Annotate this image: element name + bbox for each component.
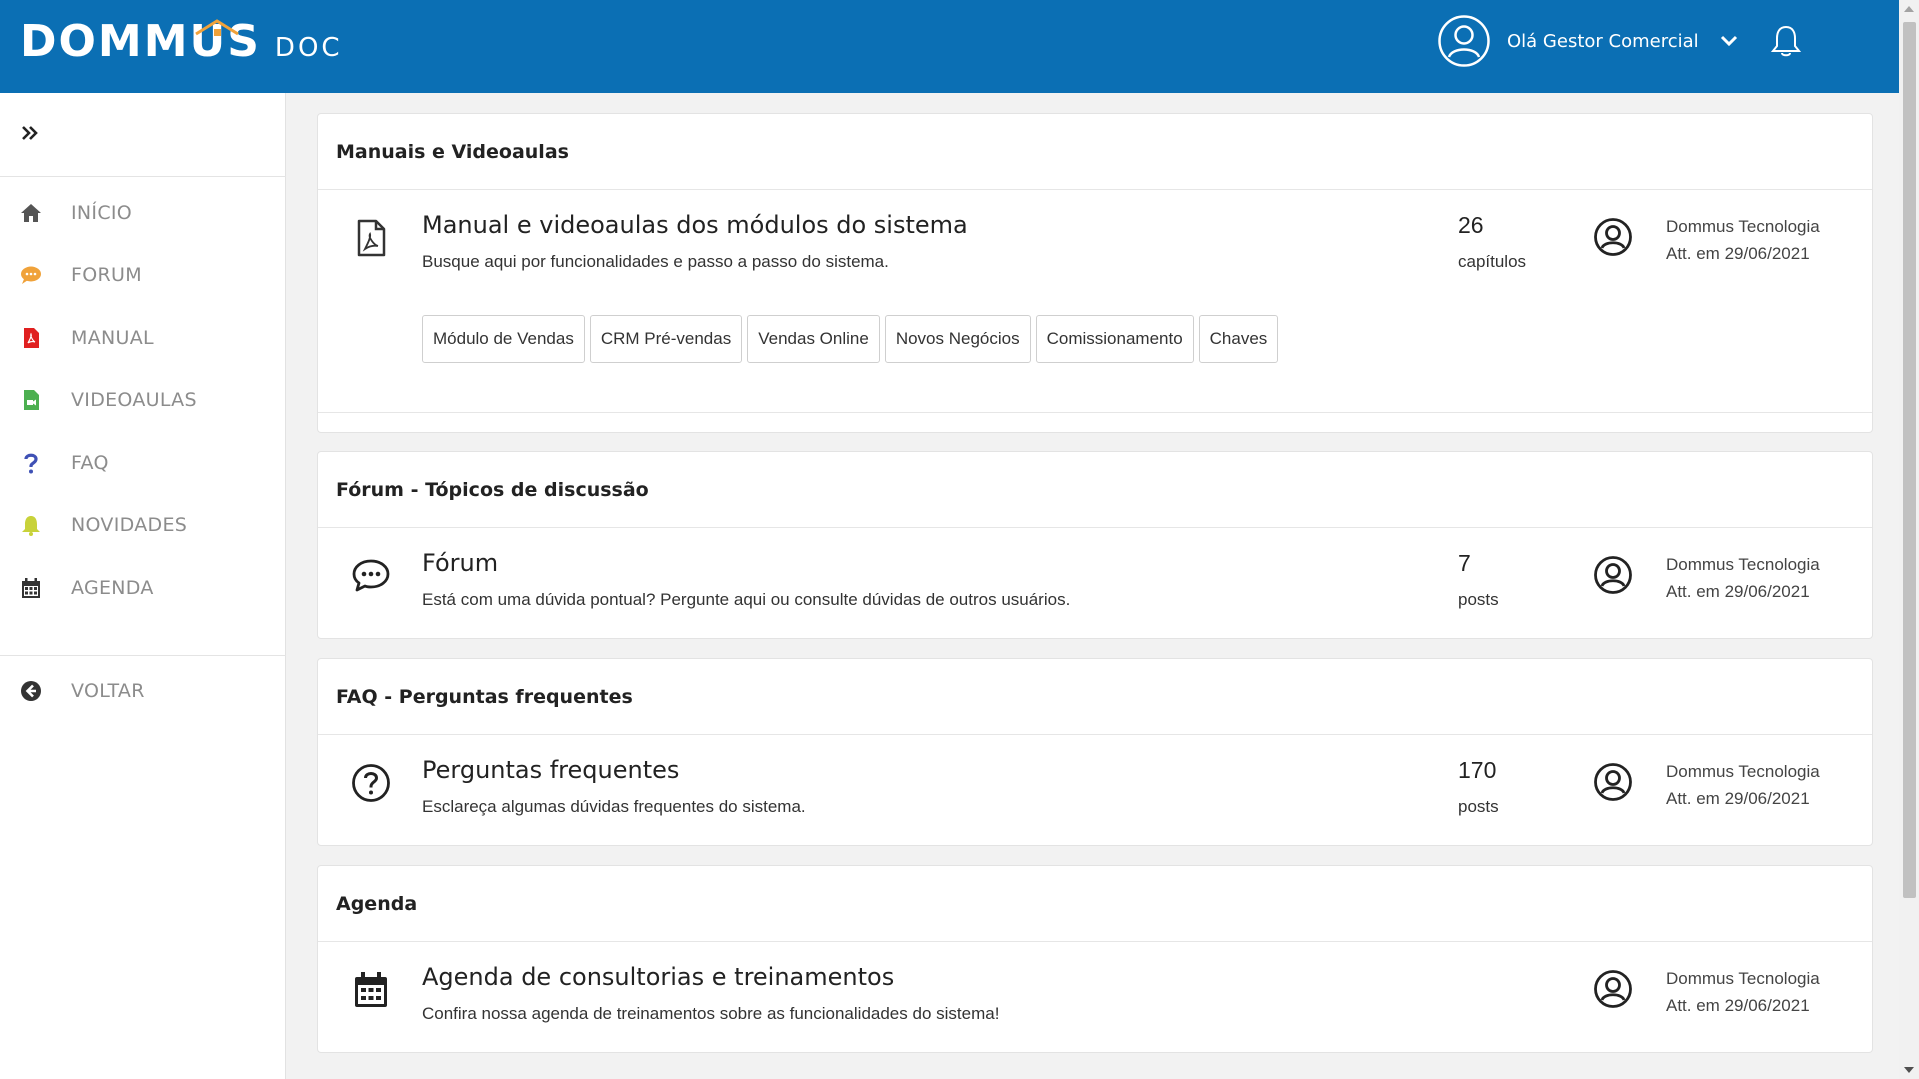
card-header: Manuais e Videoaulas	[318, 114, 1872, 190]
chat-icon	[20, 264, 42, 286]
row-description: Está com uma dúvida pontual? Pergunte aq…	[422, 590, 1071, 609]
forum-card: Fórum - Tópicos de discussão Fórum Está …	[317, 451, 1873, 639]
chip-comissionamento[interactable]: Comissionamento	[1035, 315, 1194, 363]
scroll-down-arrow[interactable]	[1904, 1067, 1914, 1073]
question-circle-icon	[352, 764, 390, 802]
card-footer-divider	[318, 412, 1872, 413]
calendar-icon	[355, 972, 387, 1007]
agenda-row[interactable]: Agenda de consultorias e treinamentos Co…	[318, 942, 1872, 1052]
row-description: Confira nossa agenda de treinamentos sob…	[422, 1004, 1000, 1023]
card-header: Agenda	[318, 866, 1872, 942]
notifications-bell-icon[interactable]	[1770, 24, 1801, 58]
sidebar-item-agenda[interactable]: AGENDA	[0, 563, 286, 613]
sidebar-item-label: FAQ	[71, 452, 109, 474]
logo-sub-text: DOC	[274, 33, 343, 63]
sidebar-item-forum[interactable]: FORUM	[0, 250, 286, 300]
module-chips: Módulo de Vendas CRM Pré-vendas Vendas O…	[422, 315, 1283, 363]
bell-icon	[20, 514, 42, 536]
row-title[interactable]: Perguntas frequentes	[422, 756, 679, 784]
video-file-icon	[20, 389, 42, 411]
update-date: Att. em 29/06/2021	[1666, 789, 1810, 808]
post-count: 7	[1458, 550, 1471, 576]
chip-novos-negocios[interactable]: Novos Negócios	[884, 315, 1031, 363]
scroll-thumb[interactable]	[1903, 22, 1916, 898]
agenda-card: Agenda Agenda de consultorias e treiname…	[317, 865, 1873, 1053]
author-name: Dommus Tecnologia	[1666, 217, 1820, 236]
card-header: FAQ - Perguntas frequentes	[318, 659, 1872, 735]
sidebar-item-manual[interactable]: MANUAL	[0, 313, 286, 363]
top-header: DOMMUS DOC Olá Gestor Comercial	[0, 0, 1899, 93]
user-avatar-icon[interactable]	[1437, 14, 1491, 68]
scroll-up-arrow[interactable]	[1904, 6, 1914, 12]
double-chevron-right-icon[interactable]	[20, 123, 40, 143]
sidebar-divider	[0, 176, 286, 177]
post-count-unit: posts	[1458, 590, 1499, 609]
question-icon	[20, 452, 42, 474]
row-title[interactable]: Fórum	[422, 549, 498, 577]
arrow-left-circle-icon	[20, 680, 42, 702]
chapter-count: 26	[1458, 212, 1484, 238]
calendar-icon	[20, 577, 42, 599]
row-description: Busque aqui por funcionalidades e passo …	[422, 252, 889, 271]
manuals-card: Manuais e Videoaulas Manual e videoaulas…	[317, 113, 1873, 433]
chip-chaves[interactable]: Chaves	[1198, 315, 1279, 363]
page-scrollbar[interactable]	[1899, 0, 1919, 1079]
update-date: Att. em 29/06/2021	[1666, 244, 1810, 263]
sidebar-item-label: INÍCIO	[71, 202, 133, 224]
sidebar: INÍCIO FORUM MANUAL VIDEOAULAS FAQ NOVID…	[0, 93, 286, 1079]
user-greeting[interactable]: Olá Gestor Comercial	[1507, 31, 1699, 52]
author-avatar-icon	[1594, 218, 1632, 256]
author-avatar-icon	[1594, 970, 1632, 1008]
sidebar-item-label: MANUAL	[71, 327, 154, 349]
chat-bubble-icon	[352, 559, 390, 592]
chip-crm-pre-vendas[interactable]: CRM Pré-vendas	[589, 315, 743, 363]
sidebar-item-inicio[interactable]: INÍCIO	[0, 188, 286, 238]
sidebar-item-label: FORUM	[71, 264, 142, 286]
post-count: 170	[1458, 757, 1497, 783]
faq-card: FAQ - Perguntas frequentes Perguntas fre…	[317, 658, 1873, 846]
dommus-doc-logo[interactable]: DOMMUS DOC	[20, 16, 343, 67]
chip-vendas-online[interactable]: Vendas Online	[747, 315, 880, 363]
sidebar-divider	[0, 655, 286, 656]
logo-roof-icon	[195, 19, 239, 36]
faq-row[interactable]: Perguntas frequentes Esclareça algumas d…	[318, 735, 1872, 845]
row-description: Esclareça algumas dúvidas frequentes do …	[422, 797, 806, 816]
sidebar-item-label: NOVIDADES	[71, 514, 188, 536]
home-icon	[20, 202, 42, 224]
sidebar-item-novidades[interactable]: NOVIDADES	[0, 500, 286, 550]
sidebar-item-label: VIDEOAULAS	[71, 389, 197, 411]
author-name: Dommus Tecnologia	[1666, 555, 1820, 574]
chapter-count-unit: capítulos	[1458, 252, 1527, 271]
update-date: Att. em 29/06/2021	[1666, 996, 1810, 1015]
sidebar-item-label: AGENDA	[71, 577, 154, 599]
manuals-row[interactable]: Manual e videoaulas dos módulos do siste…	[318, 190, 1872, 433]
pdf-document-icon	[357, 219, 386, 257]
pdf-file-icon	[20, 327, 42, 349]
row-title[interactable]: Agenda de consultorias e treinamentos	[422, 963, 894, 991]
author-name: Dommus Tecnologia	[1666, 762, 1820, 781]
card-header: Fórum - Tópicos de discussão	[318, 452, 1872, 528]
sidebar-back-label: VOLTAR	[71, 680, 145, 702]
user-menu[interactable]: Olá Gestor Comercial	[1437, 14, 1801, 68]
row-title[interactable]: Manual e videoaulas dos módulos do siste…	[422, 211, 968, 239]
chip-modulo-vendas[interactable]: Módulo de Vendas	[422, 315, 585, 363]
sidebar-item-videoaulas[interactable]: VIDEOAULAS	[0, 375, 286, 425]
update-date: Att. em 29/06/2021	[1666, 582, 1810, 601]
sidebar-item-faq[interactable]: FAQ	[0, 438, 286, 488]
forum-row[interactable]: Fórum Está com uma dúvida pontual? Pergu…	[318, 528, 1872, 638]
author-avatar-icon	[1594, 763, 1632, 801]
post-count-unit: posts	[1458, 797, 1499, 816]
author-name: Dommus Tecnologia	[1666, 969, 1820, 988]
sidebar-back-button[interactable]: VOLTAR	[0, 666, 286, 716]
author-avatar-icon	[1594, 556, 1632, 594]
chevron-down-icon[interactable]	[1719, 34, 1739, 48]
